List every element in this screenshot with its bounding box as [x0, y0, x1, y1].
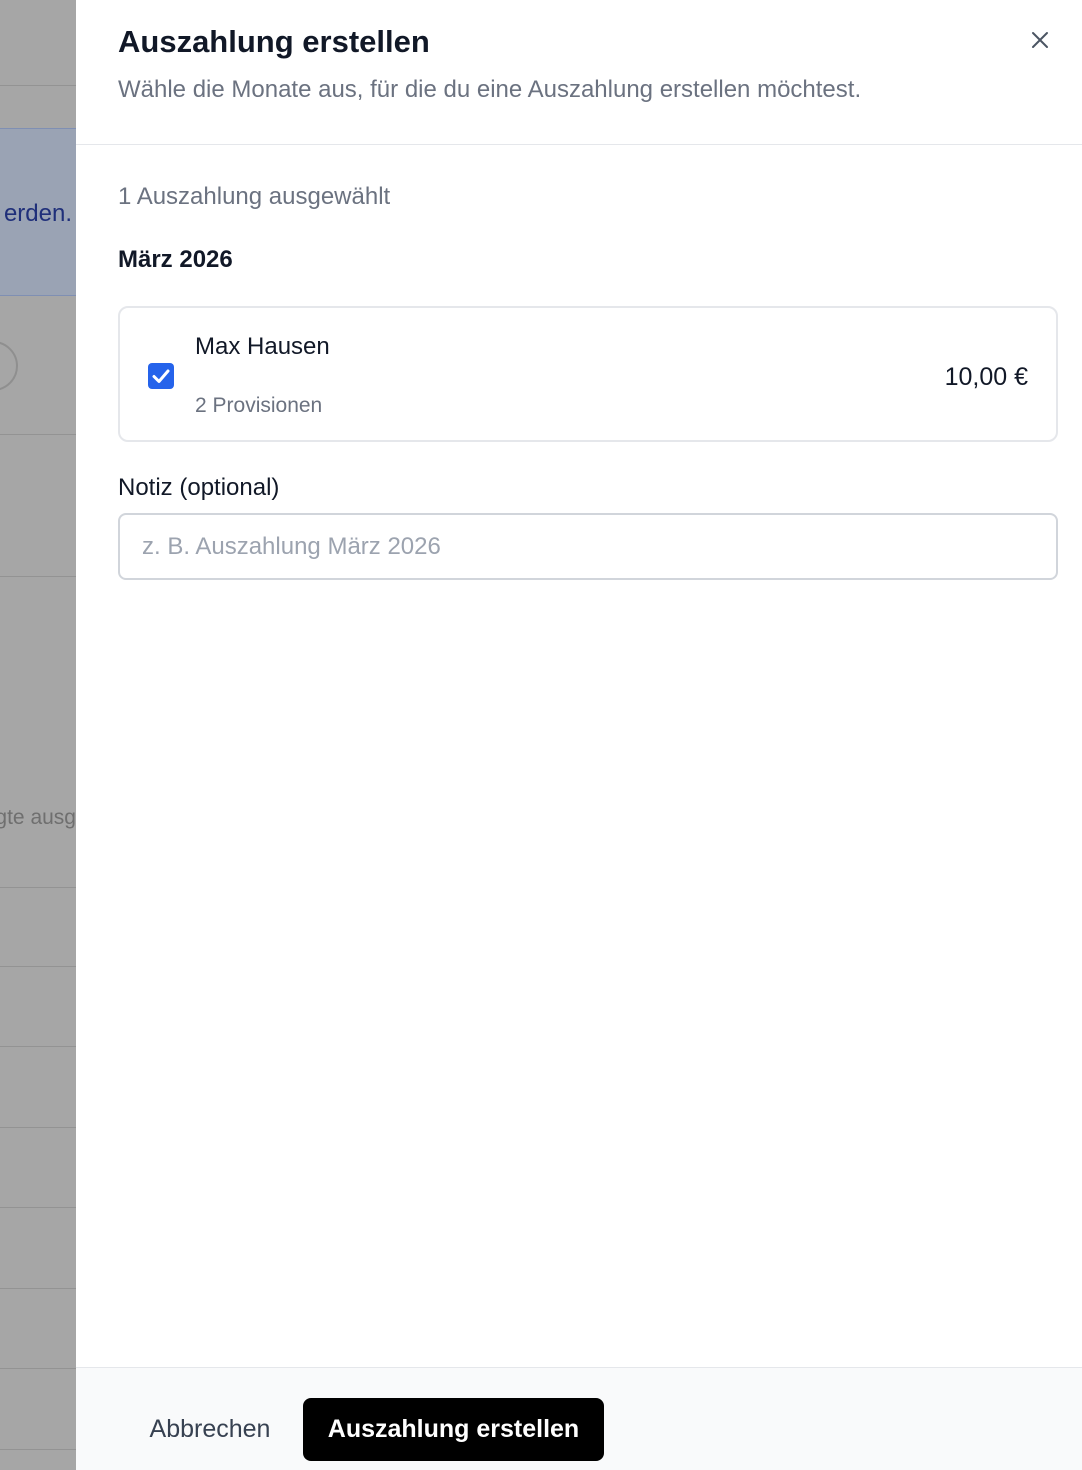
background-divider — [0, 1288, 76, 1289]
background-divider — [0, 966, 76, 967]
payee-name: Max Hausen — [195, 333, 330, 360]
payee-commissions: 2 Provisionen — [195, 394, 323, 417]
background-divider — [0, 1127, 76, 1128]
close-button[interactable] — [1026, 26, 1054, 54]
background-divider — [0, 887, 76, 888]
panel-title: Auszahlung erstellen — [118, 24, 430, 59]
background-round-button — [0, 341, 18, 391]
background-divider — [0, 85, 76, 86]
background-divider — [0, 1046, 76, 1047]
panel-subtitle: Wähle die Monate aus, für die du eine Au… — [118, 76, 862, 103]
background-divider — [0, 434, 76, 435]
background-text: gte ausg — [0, 806, 76, 829]
payout-item[interactable]: Max Hausen 2 Provisionen 10,00 € — [118, 306, 1058, 442]
create-payout-panel: Auszahlung erstellen Wähle die Monate au… — [76, 0, 1082, 1470]
payout-checkbox[interactable] — [148, 363, 174, 389]
panel-footer: Abbrechen Auszahlung erstellen — [76, 1367, 1082, 1470]
payout-amount: 10,00 € — [944, 363, 1028, 391]
background-divider — [0, 1368, 76, 1369]
check-icon — [152, 369, 170, 383]
cancel-button[interactable]: Abbrechen — [128, 1398, 292, 1460]
close-icon — [1032, 32, 1048, 48]
background-divider — [0, 1207, 76, 1208]
background-overlay[interactable]: erden. gte ausg — [0, 0, 76, 1470]
background-divider — [0, 1449, 76, 1450]
background-divider — [0, 576, 76, 577]
note-input[interactable] — [118, 513, 1058, 580]
month-heading: März 2026 — [118, 246, 233, 273]
note-label: Notiz (optional) — [118, 474, 280, 501]
background-info-text: erden. — [3, 200, 72, 227]
create-payout-button[interactable]: Auszahlung erstellen — [303, 1398, 604, 1461]
panel-header: Auszahlung erstellen Wähle die Monate au… — [76, 0, 1082, 145]
selected-count: 1 Auszahlung ausgewählt — [118, 183, 391, 210]
